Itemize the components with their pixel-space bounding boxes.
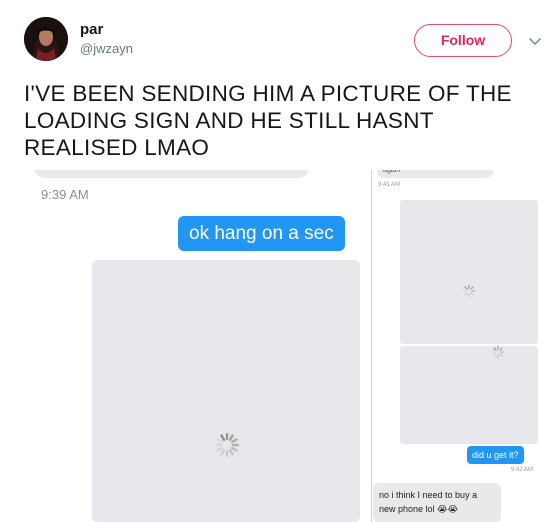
image-placeholder xyxy=(400,345,538,444)
previous-message-bubble xyxy=(34,170,309,178)
loading-spinner-icon xyxy=(491,345,505,359)
image-placeholder xyxy=(400,200,538,344)
tweet-media[interactable]: 9:39 AM ok hang on a sec again 9:41 AM d… xyxy=(24,170,559,522)
left-chat-screenshot: 9:39 AM ok hang on a sec xyxy=(24,170,369,522)
sent-message-bubble: ok hang on a sec xyxy=(178,216,345,251)
right-chat-screenshot: again 9:41 AM did u get it? 9:42 AM no i… xyxy=(373,170,559,522)
received-message-bubble: no i think I need to buy a new phone lol… xyxy=(373,483,501,522)
loading-spinner-icon xyxy=(462,284,476,298)
display-name[interactable]: par xyxy=(80,21,103,38)
avatar[interactable] xyxy=(24,17,68,61)
tweet-text: I'VE BEEN SENDING HIM A PICTURE OF THE L… xyxy=(24,81,512,160)
chevron-down-icon[interactable] xyxy=(524,30,546,52)
message-timestamp: 9:42 AM xyxy=(511,467,534,473)
user-handle[interactable]: @jwzayn xyxy=(80,41,133,56)
image-placeholder xyxy=(92,260,360,522)
message-timestamp: 9:41 AM xyxy=(378,182,401,188)
image-divider xyxy=(371,170,372,522)
previous-message-text: again xyxy=(383,170,401,174)
loading-spinner-icon xyxy=(214,432,240,458)
message-timestamp: 9:39 AM xyxy=(41,187,89,202)
sent-message-bubble: did u get it? xyxy=(467,446,524,464)
follow-button[interactable]: Follow xyxy=(414,24,512,57)
